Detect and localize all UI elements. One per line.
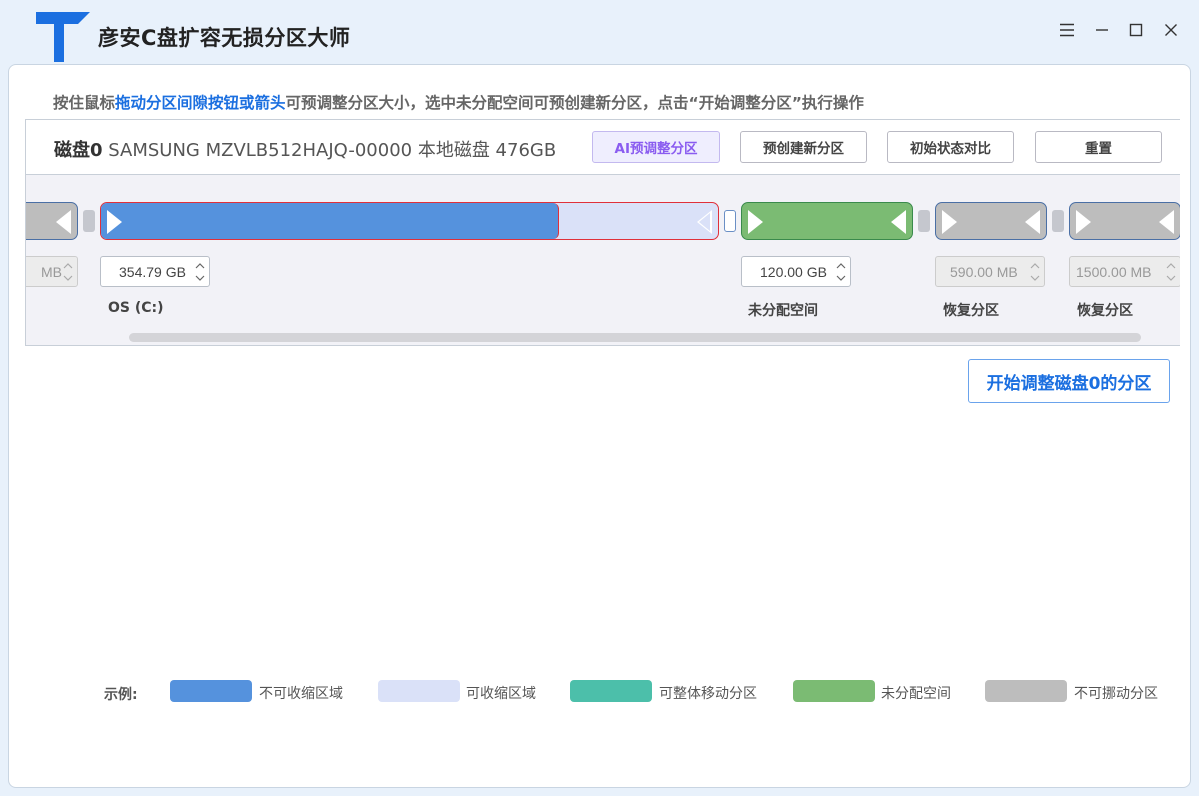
ai-adjust-button[interactable]: AI预调整分区 (592, 131, 720, 163)
size-value: 354.79 GB (119, 263, 186, 280)
partition-size-input-recovery-2[interactable]: 1500.00 MB (1069, 256, 1180, 287)
compare-initial-button[interactable]: 初始状态对比 (887, 131, 1014, 163)
gap-handle[interactable] (83, 210, 95, 232)
gap-handle[interactable] (918, 210, 930, 232)
disk-title: 磁盘0 SAMSUNG MZVLB512HAJQ-00000 本地磁盘 476G… (54, 136, 556, 162)
reset-button[interactable]: 重置 (1035, 131, 1162, 163)
arrow-inner (699, 213, 710, 231)
partition-bar-unallocated[interactable] (741, 202, 913, 240)
start-adjust-button[interactable]: 开始调整磁盘0的分区 (968, 359, 1170, 403)
minimize-icon[interactable] (1090, 18, 1114, 42)
hint-text-1: 按住鼠标 (53, 94, 116, 112)
right-arrow-icon[interactable] (1076, 210, 1091, 234)
legend-label-unallocated: 未分配空间 (881, 686, 951, 702)
legend-label-shrinkable: 可收缩区域 (466, 686, 536, 702)
partition-size-input-os[interactable]: 354.79 GB (100, 256, 210, 287)
spinner-icon[interactable] (1165, 260, 1177, 284)
spinner-icon[interactable] (1029, 260, 1041, 284)
menu-icon[interactable] (1055, 18, 1079, 42)
size-value: 120.00 GB (760, 263, 827, 280)
left-arrow-icon[interactable] (56, 210, 71, 234)
disk-model: SAMSUNG MZVLB512HAJQ-00000 本地磁盘 476GB (108, 140, 557, 161)
legend-label-immovable: 不可挪动分区 (1074, 686, 1158, 702)
spinner-icon[interactable] (62, 260, 74, 284)
partition-label-unallocated: 未分配空间 (748, 303, 818, 319)
spinner-icon[interactable] (194, 260, 206, 284)
left-arrow-icon[interactable] (891, 210, 906, 234)
size-value: 1500.00 MB (1076, 263, 1152, 280)
title-bar: 彦安C盘扩容无损分区大师 (0, 0, 1199, 62)
legend-label-used: 不可收缩区域 (259, 686, 343, 702)
hint-text-2: 可预调整分区大小，选中未分配空间可预创建新分区，点击“开始调整分区”执行操作 (285, 94, 864, 112)
partition-bar-recovery-2[interactable] (1069, 202, 1180, 240)
right-arrow-icon[interactable] (748, 210, 763, 234)
legend-title: 示例: (104, 687, 138, 703)
gap-handle[interactable] (724, 210, 736, 232)
app-title: 彦安C盘扩容无损分区大师 (98, 26, 351, 50)
legend-swatch-unallocated (793, 680, 875, 702)
used-space-fill (101, 203, 559, 239)
instruction-hint: 按住鼠标拖动分区间隙按钮或箭头可预调整分区大小，选中未分配空间可预创建新分区，点… (53, 91, 864, 113)
legend-swatch-movable (570, 680, 652, 702)
hint-highlight: 拖动分区间隙按钮或箭头 (115, 94, 286, 112)
legend-label-movable: 可整体移动分区 (659, 686, 757, 702)
horizontal-scrollbar[interactable] (129, 333, 1141, 342)
partition-label-recovery-1: 恢复分区 (943, 303, 999, 319)
partition-bar-os[interactable] (100, 202, 719, 240)
partition-label-os: OS (C:) (108, 300, 164, 316)
partition-bar-0[interactable] (26, 202, 78, 240)
size-value: MB (41, 263, 62, 280)
close-icon[interactable] (1159, 18, 1183, 42)
partition-size-input-unallocated[interactable]: 120.00 GB (741, 256, 851, 287)
disk-name: 磁盘0 (54, 140, 103, 161)
right-arrow-icon[interactable] (942, 210, 957, 234)
left-arrow-icon[interactable] (1159, 210, 1174, 234)
legend-swatch-shrinkable (378, 680, 460, 702)
size-value: 590.00 MB (950, 263, 1018, 280)
partition-label-recovery-2: 恢复分区 (1077, 303, 1133, 319)
right-arrow-icon[interactable] (107, 210, 122, 234)
partition-size-input-recovery-1[interactable]: 590.00 MB (935, 256, 1045, 287)
partition-bar-recovery-1[interactable] (935, 202, 1047, 240)
maximize-icon[interactable] (1124, 18, 1148, 42)
partition-size-input-0[interactable]: MB (26, 256, 78, 287)
legend-swatch-used (170, 680, 252, 702)
disk-header: 磁盘0 SAMSUNG MZVLB512HAJQ-00000 本地磁盘 476G… (26, 120, 1180, 175)
spinner-icon[interactable] (835, 260, 847, 284)
app-logo-icon (36, 12, 90, 62)
legend-swatch-immovable (985, 680, 1067, 702)
left-arrow-icon[interactable] (1025, 210, 1040, 234)
gap-handle[interactable] (1052, 210, 1064, 232)
disk-panel: 磁盘0 SAMSUNG MZVLB512HAJQ-00000 本地磁盘 476G… (25, 119, 1180, 346)
create-partition-button[interactable]: 预创建新分区 (740, 131, 867, 163)
